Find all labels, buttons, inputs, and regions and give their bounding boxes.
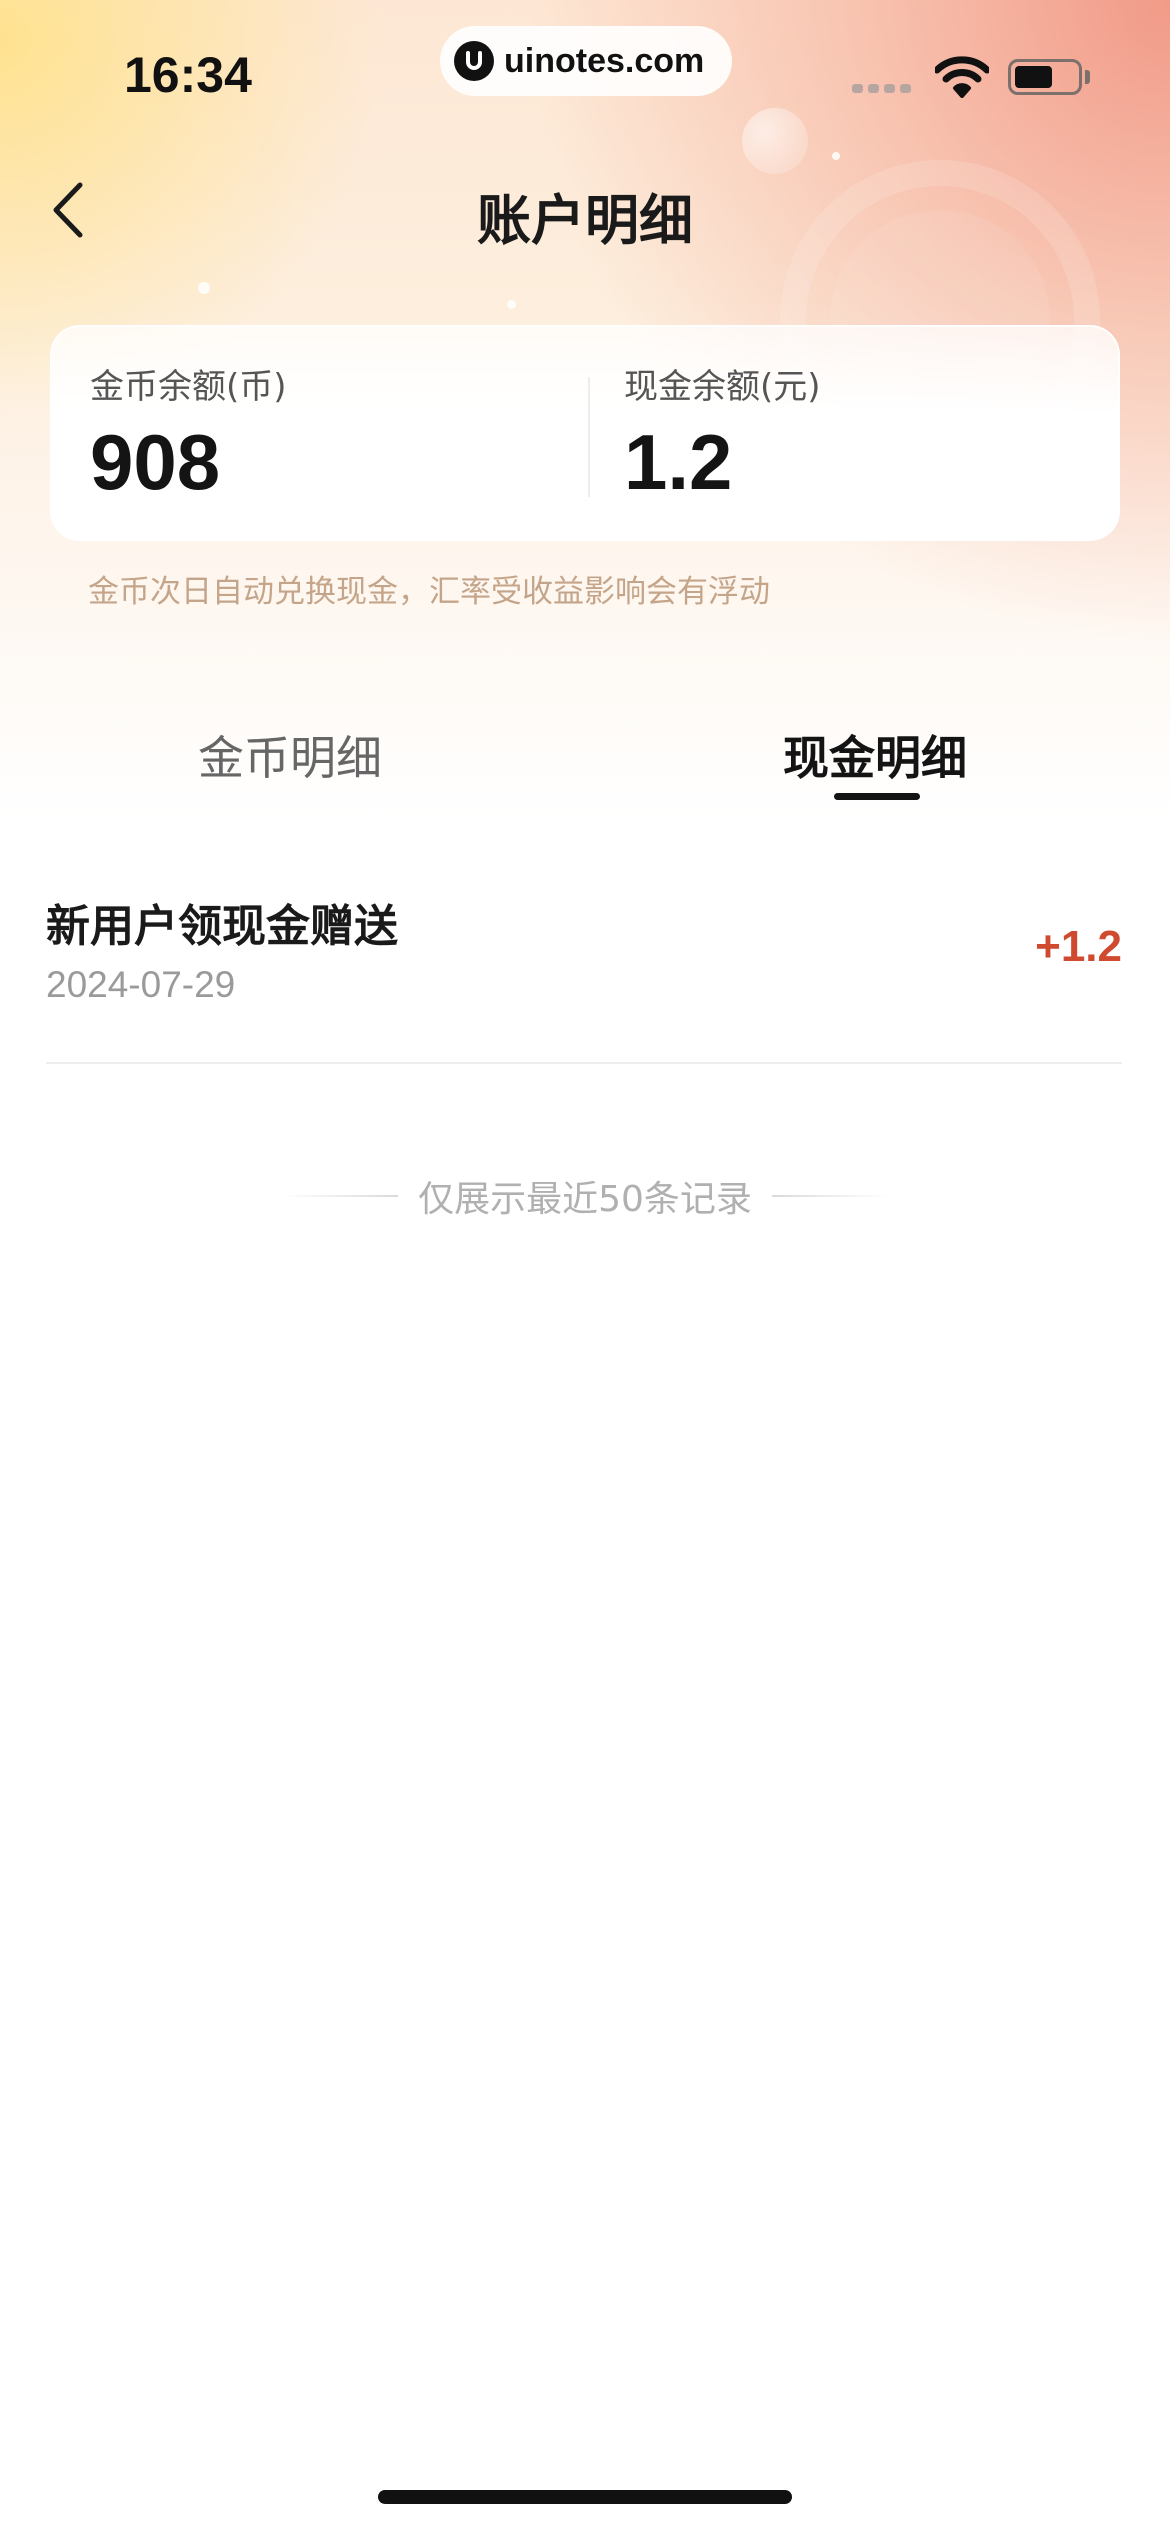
list-item[interactable]: 新用户领现金赠送 2024-07-29 +1.2 bbox=[46, 880, 1122, 1064]
coin-balance-value: 908 bbox=[90, 418, 221, 506]
record-limit-note: 仅展示最近50条记录 bbox=[418, 1179, 752, 1220]
decorative-bubble bbox=[742, 108, 808, 174]
divider-line bbox=[282, 1195, 399, 1197]
balance-card: 金币余额(币) 908 现金余额(元) 1.2 bbox=[50, 325, 1120, 541]
coin-balance-label: 金币余额(币) bbox=[90, 367, 287, 407]
tab-cash-detail[interactable]: 现金明细 bbox=[745, 722, 1005, 792]
decorative-sparkle bbox=[832, 152, 840, 160]
coin-balance: 金币余额(币) 908 bbox=[90, 367, 287, 507]
record-amount: +1.2 bbox=[1035, 922, 1122, 971]
battery-tip bbox=[1085, 70, 1090, 84]
wifi-icon bbox=[935, 56, 989, 98]
balance-divider bbox=[588, 377, 590, 497]
tab-coin-detail[interactable]: 金币明细 bbox=[160, 722, 420, 792]
battery-icon bbox=[1008, 59, 1082, 95]
account-detail-page: 16:34 uinotes.com 账户明细 金币余额(币) 908 现金余额(… bbox=[0, 0, 1170, 2532]
record-limit-footer: 仅展示最近50条记录 bbox=[0, 1170, 1170, 1222]
status-bar-time: 16:34 bbox=[124, 47, 252, 103]
decorative-sparkle bbox=[198, 282, 210, 294]
active-tab-indicator bbox=[834, 793, 920, 800]
record-title: 新用户领现金赠送 bbox=[46, 901, 398, 952]
cellular-signal-icon bbox=[852, 84, 911, 93]
page-title: 账户明细 bbox=[477, 189, 693, 252]
url-text: uinotes.com bbox=[504, 41, 705, 80]
cash-balance-value: 1.2 bbox=[624, 418, 733, 506]
home-indicator[interactable] bbox=[378, 2490, 792, 2504]
record-date: 2024-07-29 bbox=[46, 964, 236, 1005]
divider-line bbox=[771, 1195, 888, 1197]
cash-balance: 现金余额(元) 1.2 bbox=[624, 367, 821, 507]
decorative-sparkle bbox=[507, 300, 516, 309]
url-pill[interactable]: uinotes.com bbox=[440, 26, 732, 96]
site-logo-icon bbox=[454, 41, 494, 81]
exchange-note: 金币次日自动兑换现金，汇率受收益影响会有浮动 bbox=[88, 574, 770, 610]
cash-balance-label: 现金余额(元) bbox=[624, 367, 821, 407]
